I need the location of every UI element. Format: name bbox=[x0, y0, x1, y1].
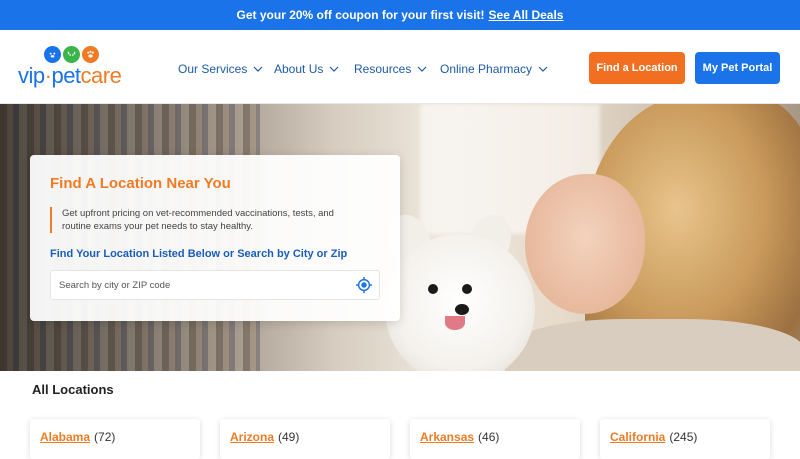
nav-our-services[interactable]: Our Services bbox=[178, 61, 263, 77]
location-card-alabama[interactable]: Alabama (72) bbox=[30, 419, 200, 459]
nav-online-pharmacy-label: Online Pharmacy bbox=[440, 62, 533, 76]
location-card-arizona[interactable]: Arizona (49) bbox=[220, 419, 390, 459]
logo-pet-icons bbox=[44, 46, 99, 63]
hero-woman-sweater bbox=[505, 319, 800, 371]
nav-resources[interactable]: Resources bbox=[354, 61, 427, 77]
location-count: (49) bbox=[278, 430, 300, 444]
state-link[interactable]: Arizona bbox=[230, 430, 274, 444]
chevron-down-icon bbox=[253, 66, 263, 72]
main-navigation: vip·petcare Our Services About Us Resour… bbox=[0, 30, 800, 104]
logo-vip: vip bbox=[18, 63, 45, 88]
hero-dog-tongue bbox=[445, 316, 465, 330]
all-locations-heading: All Locations bbox=[32, 382, 114, 397]
location-count: (46) bbox=[478, 430, 500, 444]
location-count: (72) bbox=[94, 430, 116, 444]
hero-woman-face bbox=[525, 174, 645, 314]
find-location-description: Get upfront pricing on vet-recommended v… bbox=[50, 207, 360, 233]
nav-about-us[interactable]: About Us bbox=[274, 61, 339, 77]
nav-about-us-label: About Us bbox=[274, 62, 324, 76]
location-card-california[interactable]: California (245) bbox=[600, 419, 770, 459]
nav-our-services-label: Our Services bbox=[178, 62, 248, 76]
my-pet-portal-button[interactable]: My Pet Portal bbox=[695, 52, 780, 84]
find-location-subheading: Find Your Location Listed Below or Searc… bbox=[50, 248, 348, 260]
see-all-deals-link[interactable]: See All Deals bbox=[489, 8, 564, 22]
location-search-box bbox=[50, 270, 380, 300]
location-row: California (245) bbox=[610, 430, 697, 444]
hero-dog-eye bbox=[462, 284, 472, 294]
logo-wordmark: vip·petcare bbox=[18, 63, 122, 89]
state-link[interactable]: California bbox=[610, 430, 665, 444]
hero-dog-nose bbox=[455, 304, 469, 315]
hero-dog-eye bbox=[428, 284, 438, 294]
find-location-card: Find A Location Near You Get upfront pri… bbox=[30, 155, 400, 321]
find-a-location-button[interactable]: Find a Location bbox=[589, 52, 685, 84]
chevron-down-icon bbox=[329, 66, 339, 72]
paw-print-icon bbox=[82, 46, 99, 63]
promo-text: Get your 20% off coupon for your first v… bbox=[236, 8, 485, 22]
location-search-input[interactable] bbox=[51, 271, 346, 299]
promo-banner: Get your 20% off coupon for your first v… bbox=[0, 0, 800, 30]
state-link[interactable]: Alabama bbox=[40, 430, 90, 444]
location-row: Arkansas (46) bbox=[420, 430, 499, 444]
vip-petcare-logo[interactable]: vip·petcare bbox=[18, 46, 133, 90]
hero-dog-image bbox=[385, 234, 535, 371]
logo-care: care bbox=[80, 63, 122, 88]
location-row: Alabama (72) bbox=[40, 430, 115, 444]
location-count: (245) bbox=[669, 430, 698, 444]
location-row: Arizona (49) bbox=[230, 430, 299, 444]
logo-pet: pet bbox=[51, 63, 81, 88]
location-card-arkansas[interactable]: Arkansas (46) bbox=[410, 419, 580, 459]
chevron-down-icon bbox=[538, 66, 548, 72]
cat-face-icon bbox=[63, 46, 80, 63]
locate-me-icon[interactable] bbox=[355, 276, 373, 294]
dog-face-icon bbox=[44, 46, 61, 63]
nav-online-pharmacy[interactable]: Online Pharmacy bbox=[440, 61, 548, 77]
chevron-down-icon bbox=[417, 66, 427, 72]
state-link[interactable]: Arkansas bbox=[420, 430, 474, 444]
find-location-title: Find A Location Near You bbox=[50, 175, 231, 192]
nav-resources-label: Resources bbox=[354, 62, 412, 76]
